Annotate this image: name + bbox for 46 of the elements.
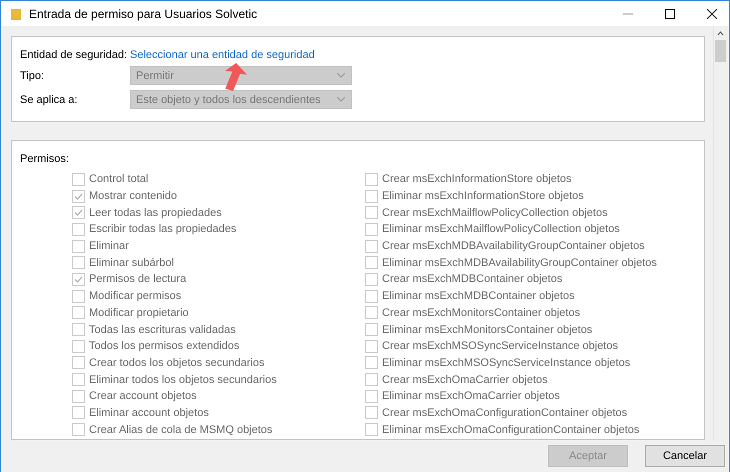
permission-label: Todas las escrituras validadas	[89, 324, 236, 336]
field-label: Tipo:	[20, 70, 46, 82]
permission-label: Eliminar subárbol	[89, 256, 174, 269]
field-label: Se aplica a:	[20, 94, 78, 106]
permission-label: Crear msExchMailflowPolicyCollection objetos	[382, 206, 608, 219]
permission-label: Mostrar contenido	[89, 190, 178, 202]
permission-label: Modificar permisos	[89, 290, 182, 302]
chevron-down-icon	[337, 73, 345, 78]
permission-label: Eliminar account objetos	[89, 406, 209, 419]
permission-label: Eliminar msExchMSOSyncServiceInstance objetos	[382, 356, 630, 369]
cancel-button[interactable]: Cancelar	[645, 445, 725, 467]
permission-label: Eliminar	[89, 240, 129, 252]
permissions-label: Permisos:	[20, 153, 70, 165]
permission-label: Control total	[89, 173, 148, 186]
permission-label: Escribir todas las propiedades	[89, 223, 236, 236]
permission-label: Eliminar msExchMonitorsContainer objetos	[382, 324, 592, 336]
permission-label: Crear msExchMonitorsContainer objetos	[382, 306, 580, 319]
folder-icon	[11, 8, 21, 20]
permission-label: Eliminar msExchOmaConfigurationContainer objetos	[382, 424, 640, 436]
permission-label: Crear msExchInformationStore objetos	[382, 173, 572, 186]
permission-label: Crear msExchMDBAvailabilityGroupContainer objetos	[382, 240, 645, 252]
select-principal-link[interactable]: Seleccionar una entidad de seguridad	[130, 49, 352, 61]
scrollbar-thumb[interactable]	[715, 40, 726, 62]
permission-label: Crear account objetos	[89, 390, 197, 402]
permission-label: Eliminar msExchMDBAvailabilityGroupContainer objetos	[382, 256, 657, 269]
permission-label: Todos los permisos extendidos	[89, 340, 240, 352]
permission-label: Eliminar msExchInformationStore objetos	[382, 190, 584, 202]
permission-label: Leer todas las propiedades	[89, 206, 222, 219]
permission-label: Eliminar msExchOmaCarrier objetos	[382, 390, 560, 402]
chevron-down-icon	[337, 97, 345, 102]
maximize-icon	[665, 8, 675, 18]
permission-label: Eliminar msExchMailflowPolicyCollection objetos	[382, 223, 620, 236]
permission-label: Eliminar msExchMDBContainer objetos	[382, 290, 575, 302]
permission-label: Crear msExchMDBContainer objetos	[382, 273, 562, 286]
permission-label: Modificar propietario	[89, 306, 189, 319]
permission-label: Crear msExchMSOSyncServiceInstance objetos	[382, 340, 618, 352]
permission-label: Permisos de lectura	[89, 273, 186, 286]
permission-label: Crear msExchOmaConfigurationContainer objetos	[382, 406, 628, 419]
permission-label: Crear todos los objetos secundarios	[89, 356, 264, 369]
window-title: Entrada de permiso para Usuarios Solvetic	[29, 6, 258, 20]
scrollbar[interactable]	[713, 26, 727, 440]
principal-label: Entidad de seguridad:	[20, 49, 128, 61]
permission-label: Eliminar todos los objetos secundarios	[89, 374, 277, 386]
permission-label: Crear Alias de cola de MSMQ objetos	[89, 424, 272, 436]
permission-label: Crear msExchOmaCarrier objetos	[382, 374, 548, 386]
close-icon	[707, 8, 717, 18]
